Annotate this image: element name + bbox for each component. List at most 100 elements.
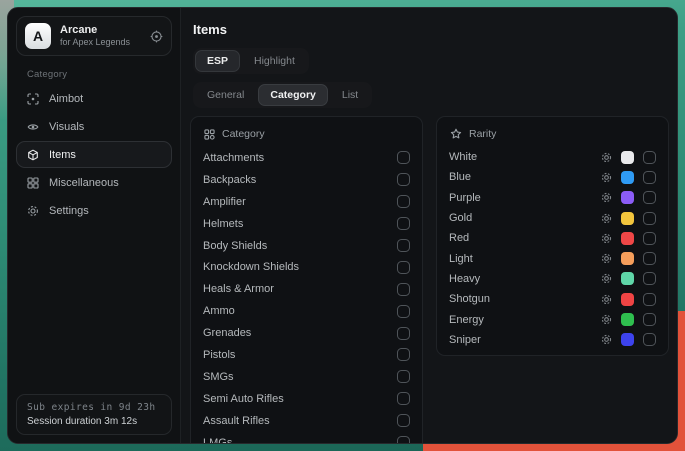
sidebar-item-items[interactable]: Items [16, 141, 172, 168]
category-item-label: Assault Rifles [203, 415, 270, 427]
category-row: Body Shields [203, 235, 410, 257]
rarity-item-label: Sniper [449, 334, 592, 346]
category-checkbox-body-shields[interactable] [397, 239, 410, 252]
eye-icon [27, 121, 39, 133]
rarity-list: WhiteBluePurpleGoldRedLightHeavyShotgunE… [449, 147, 656, 350]
rarity-row: Heavy [449, 269, 656, 289]
rarity-row: Purple [449, 188, 656, 208]
category-checkbox-grenades[interactable] [397, 327, 410, 340]
category-checkbox-backpacks[interactable] [397, 173, 410, 186]
view-tab-group: GeneralCategoryList [193, 82, 372, 108]
rarity-checkbox-white[interactable] [643, 151, 656, 164]
gear-icon[interactable] [601, 294, 612, 305]
gear-icon[interactable] [601, 152, 612, 163]
sidebar-item-label: Miscellaneous [49, 177, 119, 189]
category-checkbox-knockdown-shields[interactable] [397, 261, 410, 274]
star-icon [450, 128, 462, 140]
category-checkbox-smgs[interactable] [397, 370, 410, 383]
rarity-checkbox-blue[interactable] [643, 171, 656, 184]
rarity-checkbox-sniper[interactable] [643, 333, 656, 346]
color-swatch-blue[interactable] [621, 171, 634, 184]
tab-list[interactable]: List [330, 84, 370, 106]
rarity-row: Shotgun [449, 289, 656, 309]
category-checkbox-lmgs[interactable] [397, 436, 410, 444]
category-row: Amplifier [203, 191, 410, 213]
category-checkbox-ammo[interactable] [397, 305, 410, 318]
tab-category[interactable]: Category [258, 84, 328, 106]
color-swatch-shotgun[interactable] [621, 293, 634, 306]
gear-icon[interactable] [601, 192, 612, 203]
rarity-checkbox-red[interactable] [643, 232, 656, 245]
category-checkbox-attachments[interactable] [397, 151, 410, 164]
category-checkbox-assault-rifles[interactable] [397, 414, 410, 427]
category-item-label: Heals & Armor [203, 283, 274, 295]
category-row: Helmets [203, 213, 410, 235]
category-checkbox-pistols[interactable] [397, 348, 410, 361]
rarity-item-label: Light [449, 253, 592, 265]
category-row: Ammo [203, 300, 410, 322]
category-panel-header: Category [204, 128, 410, 140]
category-item-label: SMGs [203, 371, 234, 383]
rarity-checkbox-heavy[interactable] [643, 272, 656, 285]
tab-esp[interactable]: ESP [195, 50, 240, 72]
color-swatch-heavy[interactable] [621, 272, 634, 285]
category-item-label: Helmets [203, 218, 243, 230]
mode-tab-group: ESPHighlight [193, 48, 309, 74]
color-swatch-white[interactable] [621, 151, 634, 164]
gear-icon[interactable] [601, 273, 612, 284]
rarity-checkbox-shotgun[interactable] [643, 293, 656, 306]
color-swatch-energy[interactable] [621, 313, 634, 326]
app-subtitle: for Apex Legends [60, 37, 130, 48]
sidebar-item-miscellaneous[interactable]: Miscellaneous [16, 169, 172, 196]
rarity-checkbox-purple[interactable] [643, 191, 656, 204]
rarity-row: Blue [449, 167, 656, 187]
category-item-label: Backpacks [203, 174, 256, 186]
category-checkbox-amplifier[interactable] [397, 195, 410, 208]
rarity-checkbox-energy[interactable] [643, 313, 656, 326]
sidebar-item-aimbot[interactable]: Aimbot [16, 85, 172, 112]
arcane-window: A Arcane for Apex Legends Category Aimbo… [7, 7, 678, 444]
sidebar-item-visuals[interactable]: Visuals [16, 113, 172, 140]
tab-general[interactable]: General [195, 84, 256, 106]
category-row: Attachments [203, 147, 410, 169]
rarity-panel: Rarity WhiteBluePurpleGoldRedLightHeavyS… [436, 116, 669, 356]
box-icon [27, 149, 39, 161]
category-row: SMGs [203, 366, 410, 388]
gear-icon[interactable] [601, 213, 612, 224]
rarity-item-label: Purple [449, 192, 592, 204]
category-checkbox-semi-auto-rifles[interactable] [397, 392, 410, 405]
sidebar-item-settings[interactable]: Settings [16, 197, 172, 224]
color-swatch-gold[interactable] [621, 212, 634, 225]
rarity-row: Light [449, 248, 656, 268]
category-row: Assault Rifles [203, 410, 410, 432]
category-item-label: Knockdown Shields [203, 261, 299, 273]
tab-highlight[interactable]: Highlight [242, 50, 307, 72]
rarity-row: Energy [449, 309, 656, 329]
app-title: Arcane [60, 24, 130, 38]
gear-icon[interactable] [601, 253, 612, 264]
gear-icon[interactable] [601, 334, 612, 345]
page-title: Items [193, 22, 227, 37]
category-item-label: Grenades [203, 327, 251, 339]
category-checkbox-heals-armor[interactable] [397, 283, 410, 296]
rarity-checkbox-light[interactable] [643, 252, 656, 265]
gear-icon[interactable] [601, 172, 612, 183]
sub-expires-text: Sub expires in 9d 23h [27, 402, 161, 413]
app-logo: A [25, 23, 51, 49]
color-swatch-purple[interactable] [621, 191, 634, 204]
category-grid-icon [204, 129, 215, 140]
rarity-checkbox-gold[interactable] [643, 212, 656, 225]
rarity-item-label: Blue [449, 171, 592, 183]
category-checkbox-helmets[interactable] [397, 217, 410, 230]
grid-icon [27, 177, 39, 189]
target-icon[interactable] [150, 30, 163, 43]
gear-icon[interactable] [601, 314, 612, 325]
color-swatch-sniper[interactable] [621, 333, 634, 346]
category-item-label: Semi Auto Rifles [203, 393, 284, 405]
color-swatch-light[interactable] [621, 252, 634, 265]
rarity-panel-header: Rarity [450, 128, 656, 140]
color-swatch-red[interactable] [621, 232, 634, 245]
category-item-label: Amplifier [203, 196, 246, 208]
rarity-row: Gold [449, 208, 656, 228]
gear-icon[interactable] [601, 233, 612, 244]
